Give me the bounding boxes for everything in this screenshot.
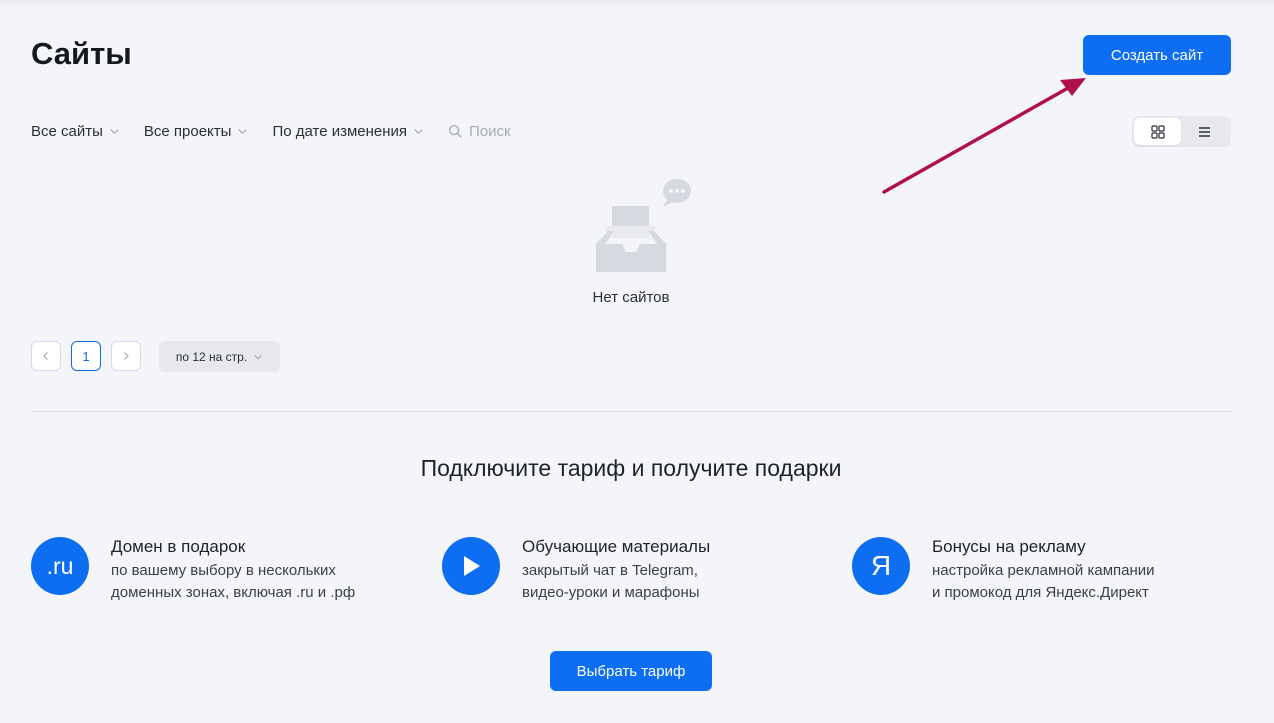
feature-desc-line: видео-уроки и марафоны: [522, 584, 700, 601]
search-icon: [448, 124, 462, 138]
feature-ads-bonus: Я Бонусы на рекламу настройка рекламной …: [852, 537, 1155, 604]
yandex-icon-text: Я: [870, 550, 892, 581]
prev-page-button[interactable]: [31, 341, 61, 371]
list-view-button[interactable]: [1181, 118, 1228, 145]
list-icon: [1199, 126, 1210, 137]
page-title: Сайты: [31, 36, 132, 71]
filters-bar: Все сайты Все проекты По дате изменения: [31, 118, 590, 144]
chevron-left-icon: [43, 352, 48, 360]
domain-icon-text: .ru: [46, 552, 74, 579]
chevron-right-icon: [124, 352, 129, 360]
feature-title: Обучающие материалы: [522, 537, 711, 556]
feature-title: Бонусы на рекламу: [932, 537, 1086, 556]
promo-title: Подключите тариф и получите подарки: [420, 455, 842, 481]
chevron-down-icon: [254, 354, 262, 359]
chevron-down-icon: [414, 128, 423, 134]
domain-ru-icon: .ru: [31, 537, 89, 595]
feature-learning: Обучающие материалы закрытый чат в Teleg…: [442, 537, 710, 604]
per-page-select[interactable]: по 12 на стр.: [159, 341, 280, 372]
grid-icon: [1150, 124, 1165, 139]
next-page-button[interactable]: [111, 341, 141, 371]
top-shadow: [0, 0, 1274, 6]
empty-state-text: Нет сайтов: [592, 289, 670, 306]
per-page-label: по 12 на стр.: [175, 349, 248, 364]
chevron-down-icon: [110, 128, 119, 134]
play-icon: [442, 537, 500, 595]
search-input[interactable]: [463, 122, 590, 140]
search-box[interactable]: [448, 122, 590, 140]
yandex-icon: Я: [852, 537, 910, 595]
empty-inbox-icon: [596, 179, 691, 272]
view-toggle: [1132, 116, 1231, 147]
feature-desc-line: и промокод для Яндекс.Директ: [932, 584, 1149, 601]
feature-desc-line: настройка рекламной кампании: [932, 562, 1155, 579]
feature-desc-line: доменных зонах, включая .ru и .рф: [111, 584, 356, 601]
feature-domain: .ru Домен в подарок по вашему выбору в н…: [31, 537, 355, 604]
choose-plan-button[interactable]: Выбрать тариф: [550, 651, 712, 691]
sort-label: По дате изменения: [272, 122, 408, 140]
feature-desc-line: по вашему выбору в нескольких: [111, 562, 336, 579]
sort-dropdown[interactable]: По дате изменения: [272, 123, 424, 140]
sites-filter-label: Все сайты: [31, 122, 103, 140]
sites-filter-dropdown[interactable]: Все сайты: [31, 123, 120, 140]
divider: [31, 411, 1231, 412]
projects-filter-dropdown[interactable]: Все проекты: [144, 123, 249, 140]
feature-desc-line: закрытый чат в Telegram,: [522, 562, 698, 579]
projects-filter-label: Все проекты: [143, 122, 232, 140]
grid-view-button[interactable]: [1134, 118, 1181, 145]
page-1-button[interactable]: 1: [71, 341, 101, 371]
chevron-down-icon: [238, 128, 247, 134]
create-site-button[interactable]: Создать сайт: [1083, 35, 1231, 75]
feature-title: Домен в подарок: [111, 537, 246, 556]
